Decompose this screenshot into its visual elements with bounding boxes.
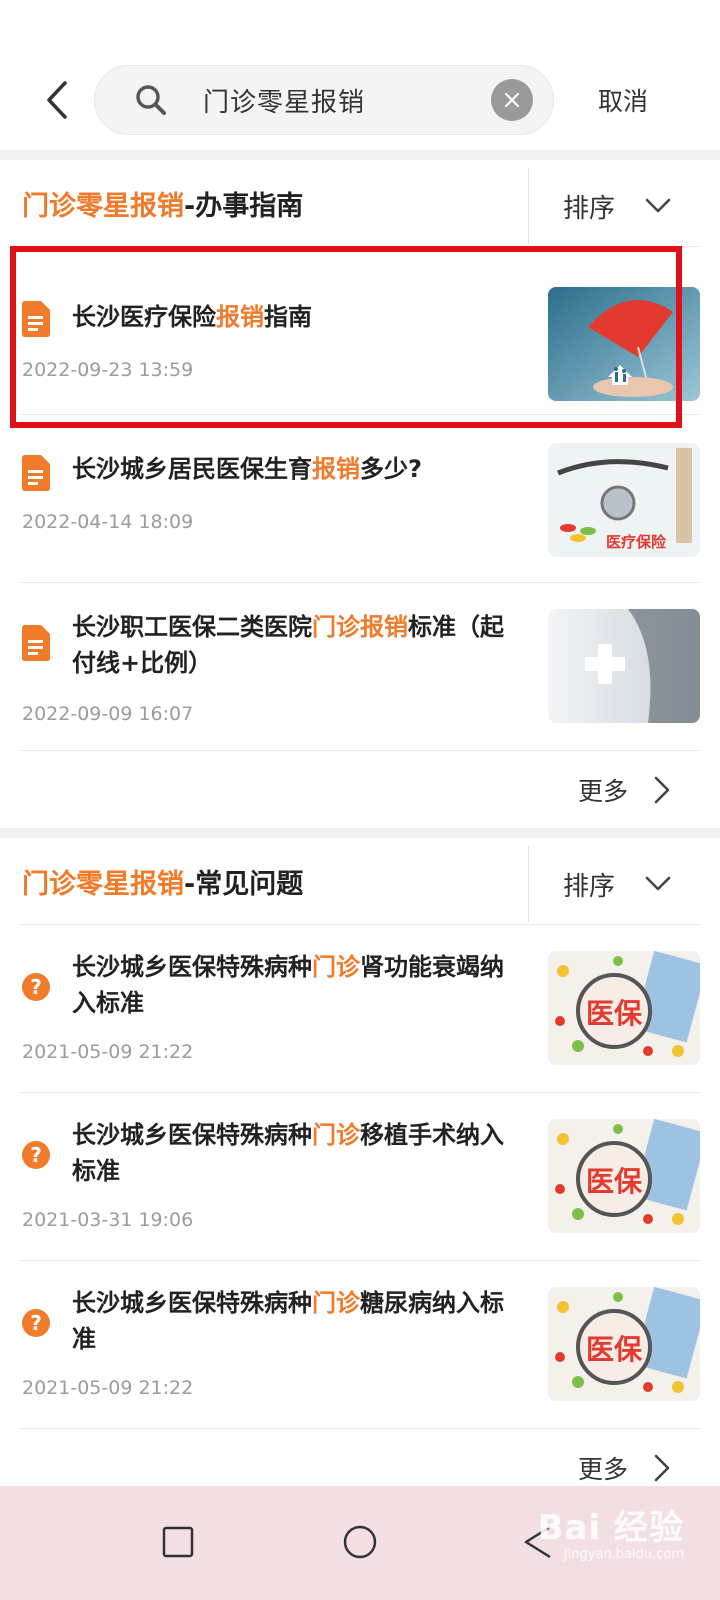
item-title: 长沙城乡医保特殊病种门诊肾功能衰竭纳入标准 — [72, 949, 512, 1021]
item-title-text: 多少? — [360, 455, 422, 483]
home-button[interactable] — [342, 1524, 378, 1564]
section-title-rest: -常见问题 — [184, 868, 304, 900]
medical-insurance-thumbnail: 医疗保险 — [548, 443, 700, 557]
item-title-text: 长沙城乡医保特殊病种 — [72, 1121, 312, 1149]
medical-insurance-pills-thumbnail: 医保 — [548, 1287, 700, 1401]
item-date: 2021-05-09 21:22 — [22, 1041, 194, 1063]
question-icon: ? — [22, 1309, 50, 1345]
back-button[interactable] — [42, 77, 72, 123]
item-title-text: 长沙城乡医保特殊病种 — [72, 953, 312, 981]
more-label: 更多 — [577, 776, 628, 806]
list-item[interactable]: ? 长沙城乡医保特殊病种门诊移植手术纳入标准 2021-03-31 19:06 … — [20, 1092, 700, 1260]
sort-label: 排序 — [563, 871, 616, 902]
recent-apps-button[interactable] — [162, 1526, 194, 1562]
thumb-caption: 医保 — [586, 1333, 643, 1366]
clear-search-button[interactable] — [491, 79, 533, 121]
item-title: 长沙城乡居民医保生育报销多少? — [72, 451, 512, 487]
section-title-rest: -办事指南 — [184, 190, 304, 222]
document-icon — [22, 301, 50, 337]
square-icon — [162, 1526, 194, 1558]
list-item[interactable]: ? 长沙城乡医保特殊病种门诊糖尿病纳入标准 2021-05-09 21:22 医… — [20, 1260, 700, 1428]
sort-button[interactable]: 排序 — [528, 846, 720, 922]
chevron-down-icon — [645, 876, 671, 892]
section-header: 门诊零星报销-办事指南 排序 — [0, 160, 720, 246]
chevron-down-icon — [645, 198, 671, 214]
section-header: 门诊零星报销-常见问题 排序 — [0, 838, 720, 924]
watermark-sub: jingyan.baidu.com — [564, 1547, 684, 1562]
search-input[interactable]: 门诊零星报销 — [94, 65, 554, 135]
item-title: 长沙城乡医保特殊病种门诊移植手术纳入标准 — [72, 1117, 512, 1189]
search-header: 门诊零星报销 取消 — [0, 50, 720, 150]
thumb-caption: 医疗保险 — [606, 533, 667, 551]
list-item[interactable]: 长沙职工医保二类医院门诊报销标准（起付线+比例） 2022-09-09 16:0… — [20, 582, 700, 750]
more-label: 更多 — [577, 1454, 628, 1484]
section-divider — [0, 150, 720, 160]
question-icon: ? — [22, 1141, 50, 1177]
more-row: 更多 — [20, 750, 700, 828]
search-query-text[interactable]: 门诊零星报销 — [203, 82, 491, 119]
item-title: 长沙职工医保二类医院门诊报销标准（起付线+比例） — [72, 609, 512, 681]
baidu-jingyan-watermark: Bai 经验 jingyan.baidu.com — [538, 1500, 684, 1562]
item-title-keyword: 报销 — [216, 303, 264, 331]
medical-insurance-pills-thumbnail: 医保 — [548, 951, 700, 1065]
medical-cross-thumbnail — [548, 609, 700, 723]
item-title: 长沙医疗保险报销指南 — [72, 299, 512, 335]
thumb-caption: 医保 — [586, 997, 643, 1030]
item-title-keyword: 门诊 — [312, 953, 360, 981]
sort-button[interactable]: 排序 — [528, 168, 720, 244]
item-date: 2021-05-09 21:22 — [22, 1377, 194, 1399]
item-date: 2022-09-09 16:07 — [22, 703, 194, 725]
item-title-keyword: 门诊 — [312, 1121, 360, 1149]
item-title-text: 指南 — [264, 303, 312, 331]
item-title-keyword: 报销 — [312, 455, 360, 483]
circle-icon — [343, 1525, 377, 1559]
chevron-right-icon — [654, 776, 670, 804]
item-date: 2021-03-31 19:06 — [22, 1209, 194, 1231]
document-icon — [22, 455, 50, 491]
guide-section: 门诊零星报销-办事指南 排序 长沙医疗保险报销指南 2022-09-23 13:… — [0, 160, 720, 828]
item-title-text: 长沙职工医保二类医院 — [72, 613, 312, 641]
cancel-button[interactable]: 取消 — [598, 82, 648, 118]
section-title-highlight: 门诊零星报销 — [22, 190, 184, 222]
list-item[interactable]: 长沙医疗保险报销指南 2022-09-23 13:59 — [20, 246, 700, 414]
item-title-keyword: 门诊 — [312, 1289, 360, 1317]
item-title: 长沙城乡医保特殊病种门诊糖尿病纳入标准 — [72, 1285, 512, 1357]
section-title-highlight: 门诊零星报销 — [22, 868, 184, 900]
more-button[interactable]: 更多 — [578, 772, 670, 808]
watermark-main: Bai 经验 — [537, 1508, 684, 1548]
item-date: 2022-04-14 18:09 — [22, 511, 194, 533]
question-icon: ? — [22, 973, 50, 1009]
faq-section: 门诊零星报销-常见问题 排序 ? 长沙城乡医保特殊病种门诊肾功能衰竭纳入标准 2… — [0, 838, 720, 1506]
item-title-text: 长沙医疗保险 — [72, 303, 216, 331]
section-divider — [0, 828, 720, 838]
item-title-keyword: 门诊报销 — [312, 613, 408, 641]
umbrella-family-thumbnail — [548, 287, 700, 401]
more-button[interactable]: 更多 — [578, 1450, 670, 1486]
close-icon — [504, 92, 520, 108]
item-title-text: 长沙城乡居民医保生育 — [72, 455, 312, 483]
thumb-caption: 医保 — [586, 1165, 643, 1198]
section-title: 门诊零星报销-常见问题 — [0, 862, 528, 901]
sort-label: 排序 — [563, 193, 616, 224]
document-icon — [22, 625, 50, 661]
back-arrow-icon — [47, 81, 67, 119]
section-title: 门诊零星报销-办事指南 — [0, 184, 528, 223]
medical-insurance-pills-thumbnail: 医保 — [548, 1119, 700, 1233]
list-item[interactable]: 长沙城乡居民医保生育报销多少? 2022-04-14 18:09 医疗保险 — [20, 414, 700, 582]
item-title-text: 长沙城乡医保特殊病种 — [72, 1289, 312, 1317]
list-item[interactable]: ? 长沙城乡医保特殊病种门诊肾功能衰竭纳入标准 2021-05-09 21:22… — [20, 924, 700, 1092]
status-bar — [0, 0, 720, 50]
chevron-right-icon — [654, 1454, 670, 1482]
item-date: 2022-09-23 13:59 — [22, 359, 194, 381]
search-icon — [133, 82, 169, 118]
